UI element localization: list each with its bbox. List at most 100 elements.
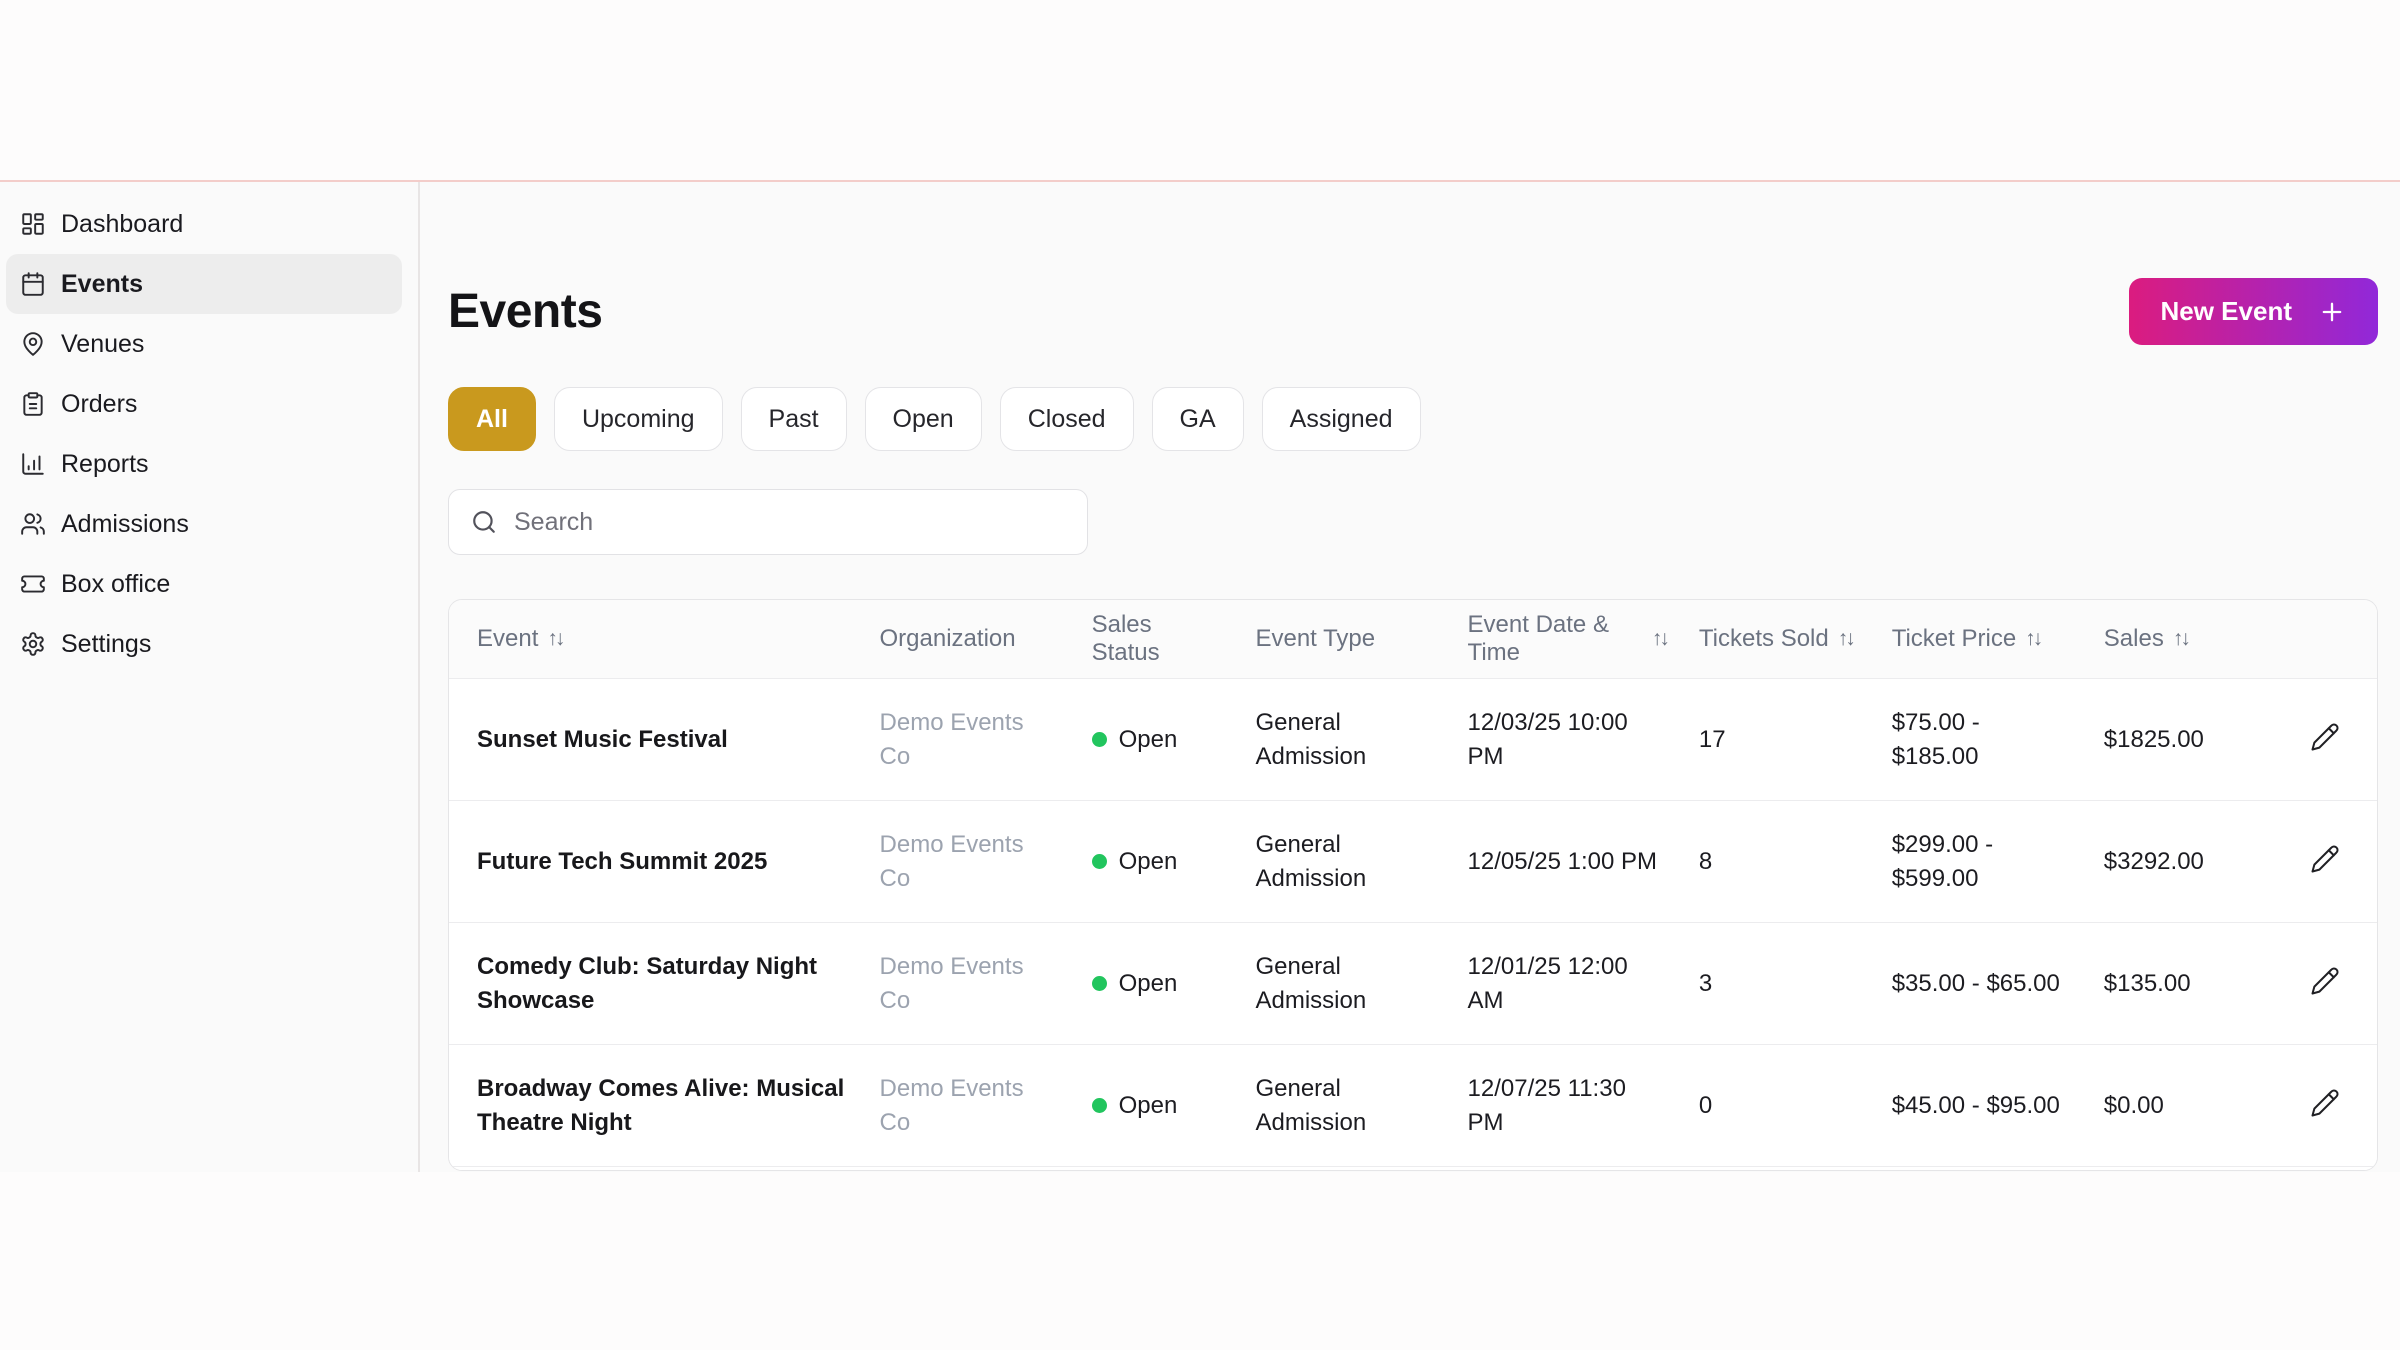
table-body: Sunset Music Festival Demo Events Co Open G… bbox=[449, 678, 2377, 1170]
cell-tickets-sold: 8 bbox=[1682, 800, 1876, 923]
cell-event: Comedy Club: Saturday Night Showcase bbox=[449, 922, 864, 1045]
edit-event-button[interactable] bbox=[2306, 840, 2344, 878]
cell-tickets-sold: 3 bbox=[1682, 922, 1876, 1045]
sidebar-item-box-office[interactable]: Box office bbox=[6, 554, 402, 614]
column-header-event_type: Event Type bbox=[1239, 600, 1452, 679]
ticket-icon bbox=[21, 575, 45, 593]
cell-tickets-sold: 0 bbox=[1682, 1044, 1876, 1167]
clipboard-icon bbox=[23, 392, 43, 416]
column-header-actions bbox=[2290, 600, 2377, 679]
edit-event-button[interactable] bbox=[2306, 962, 2344, 1000]
filter-chip-closed[interactable]: Closed bbox=[999, 387, 1134, 451]
column-header-organization: Organization bbox=[863, 600, 1076, 679]
cell-sales: $135.00 bbox=[2087, 922, 2291, 1045]
column-label: Ticket Price bbox=[1891, 625, 2017, 652]
sort-arrows-icon: ↑↓ bbox=[1837, 627, 1856, 650]
organization-name: Demo Events Co bbox=[879, 1075, 1024, 1136]
search-box bbox=[448, 489, 1088, 555]
cell-event-type: General Admission bbox=[1239, 922, 1452, 1045]
sidebar-item-label: Orders bbox=[61, 389, 138, 418]
sidebar-item-settings[interactable]: Settings bbox=[6, 614, 402, 674]
sidebar-item-events[interactable]: Events bbox=[6, 254, 402, 314]
organization-name: Demo Events Co bbox=[879, 953, 1024, 1014]
cell-actions bbox=[2290, 678, 2377, 801]
sidebar-item-label: Reports bbox=[61, 449, 149, 478]
column-header-date_time[interactable]: Event Date & Time ↑↓ bbox=[1451, 600, 1683, 679]
cell-actions bbox=[2290, 1044, 2377, 1167]
new-event-label: New Event bbox=[2160, 296, 2293, 326]
sidebar: Dashboard Events Venues Orders Reports Admiss… bbox=[0, 182, 420, 1172]
table-row[interactable]: Sunset Music Festival Demo Events Co Open G… bbox=[449, 678, 2377, 801]
cell-date-time: 12/05/25 1:00 PM bbox=[1451, 800, 1683, 923]
pencil-icon bbox=[2311, 1089, 2339, 1117]
users-icon bbox=[21, 513, 45, 535]
filter-chip-past[interactable]: Past bbox=[740, 387, 847, 451]
cell-actions bbox=[2290, 922, 2377, 1045]
cell-organization: Demo Events Co bbox=[863, 922, 1076, 1045]
column-header-event[interactable]: Event ↑↓ bbox=[449, 600, 864, 679]
cell-organization: Demo Events Co bbox=[863, 678, 1076, 801]
filter-chip-ga[interactable]: GA bbox=[1151, 387, 1244, 451]
column-header-sales[interactable]: Sales ↑↓ bbox=[2087, 600, 2291, 679]
table-row[interactable]: Comedy Club: Saturday Night Showcase Demo… bbox=[449, 922, 2377, 1045]
sidebar-item-label: Venues bbox=[61, 329, 145, 358]
sidebar-item-venues[interactable]: Venues bbox=[6, 314, 402, 374]
cell-organization: Demo Events Co bbox=[863, 1044, 1076, 1167]
cell-event: Sunset Music Festival bbox=[449, 678, 864, 801]
dashboard-icon bbox=[22, 213, 44, 235]
cell-sales-status: Open bbox=[1075, 678, 1240, 801]
cell-date-time: 12/07/25 11:30 PM bbox=[1451, 1044, 1683, 1167]
cell-sales-status: Open bbox=[1075, 922, 1240, 1045]
search-icon bbox=[473, 511, 495, 533]
sidebar-item-label: Box office bbox=[61, 569, 171, 598]
column-label: Event Type bbox=[1255, 625, 1376, 652]
cell-ticket-price: $75.00 - $185.00 bbox=[1875, 678, 2088, 801]
open-status-dot-icon bbox=[1091, 1097, 1107, 1113]
map-pin-icon bbox=[23, 332, 43, 356]
event-name: Sunset Music Festival bbox=[477, 725, 728, 753]
pencil-icon bbox=[2311, 723, 2339, 751]
sidebar-item-reports[interactable]: Reports bbox=[6, 434, 402, 494]
table-row[interactable]: Future Tech Summit 2025 Demo Events Co Ope… bbox=[449, 800, 2377, 923]
main-content: Events New Event All Upcoming Past Open Clos… bbox=[420, 182, 2400, 1172]
page-title: Events bbox=[448, 285, 603, 338]
sidebar-item-orders[interactable]: Orders bbox=[6, 374, 402, 434]
open-status-dot-icon bbox=[1091, 731, 1107, 747]
search-input[interactable] bbox=[512, 506, 1065, 538]
sales-status-label: Open bbox=[1118, 725, 1178, 753]
cell-ticket-price: $299.00 - $599.00 bbox=[1875, 800, 2088, 923]
cell-event: Broadway Comes Alive: Musical Theatre Ni… bbox=[449, 1044, 864, 1167]
sidebar-item-label: Admissions bbox=[61, 509, 189, 538]
open-status-dot-icon bbox=[1091, 853, 1107, 869]
sidebar-item-dashboard[interactable]: Dashboard bbox=[6, 194, 402, 254]
bar-chart-icon bbox=[22, 453, 44, 475]
filter-chip-assigned[interactable]: Assigned bbox=[1261, 387, 1421, 451]
sort-arrows-icon: ↑↓ bbox=[2025, 627, 2043, 650]
filter-chip-open[interactable]: Open bbox=[864, 387, 982, 451]
filter-chip-upcoming[interactable]: Upcoming bbox=[553, 387, 723, 451]
sidebar-item-label: Dashboard bbox=[61, 209, 184, 238]
edit-event-button[interactable] bbox=[2306, 718, 2344, 756]
column-header-ticket_price[interactable]: Ticket Price ↑↓ bbox=[1875, 600, 2088, 679]
page-header: Events New Event bbox=[448, 278, 2378, 345]
sales-status-badge: Open bbox=[1091, 845, 1224, 878]
sales-status-label: Open bbox=[1118, 847, 1178, 875]
cell-sales: $3292.00 bbox=[2087, 800, 2291, 923]
top-strip bbox=[0, 0, 2400, 182]
cell-actions bbox=[2290, 800, 2377, 923]
calendar-icon bbox=[22, 272, 44, 296]
column-label: Tickets Sold bbox=[1698, 625, 1829, 652]
column-label: Organization bbox=[879, 625, 1016, 652]
new-event-button[interactable]: New Event bbox=[2128, 278, 2378, 345]
open-status-dot-icon bbox=[1091, 975, 1107, 991]
table-row[interactable]: Broadway Comes Alive: Musical Theatre Ni… bbox=[449, 1044, 2377, 1167]
column-header-tickets_sold[interactable]: Tickets Sold ↑↓ bbox=[1682, 600, 1876, 679]
cell-sales: $0.00 bbox=[2087, 1044, 2291, 1167]
sidebar-item-admissions[interactable]: Admissions bbox=[6, 494, 402, 554]
table-header-row: Event ↑↓ Organization Sales Status Event Typ… bbox=[449, 600, 2377, 679]
cell-sales: $1825.00 bbox=[2087, 678, 2291, 801]
cell-organization: Demo Events Co bbox=[863, 800, 1076, 923]
edit-event-button[interactable] bbox=[2306, 1084, 2344, 1122]
filter-chip-all[interactable]: All bbox=[448, 387, 536, 451]
cell-date-time: 12/03/25 10:00 PM bbox=[1451, 678, 1683, 801]
